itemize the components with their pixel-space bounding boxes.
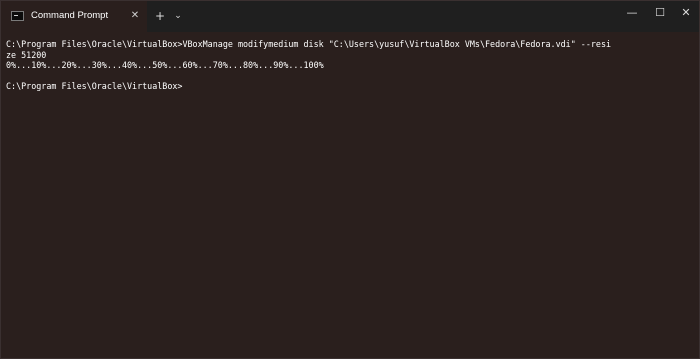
tab-title: Command Prompt xyxy=(31,10,109,21)
tab-command-prompt[interactable]: Command Prompt ✕ xyxy=(1,1,147,32)
title-bar: Command Prompt ✕ + ⌄ — ☐ ✕ xyxy=(1,1,699,32)
tab-dropdown-button[interactable]: ⌄ xyxy=(171,9,185,23)
close-tab-icon[interactable]: ✕ xyxy=(129,9,141,23)
close-button[interactable]: ✕ xyxy=(673,5,699,21)
command-line: C:\Program Files\Oracle\VirtualBox>VBoxM… xyxy=(6,39,612,49)
prompt-line: C:\Program Files\Oracle\VirtualBox> xyxy=(6,81,183,92)
new-tab-button[interactable]: + xyxy=(153,9,167,23)
minimize-button[interactable]: — xyxy=(619,5,645,21)
maximize-button[interactable]: ☐ xyxy=(647,5,673,21)
terminal-window: Command Prompt ✕ + ⌄ — ☐ ✕ C:\Program Fi… xyxy=(0,0,700,359)
console-output[interactable]: C:\Program Files\Oracle\VirtualBox>VBoxM… xyxy=(6,39,696,354)
command-line-continuation: ze 51200 xyxy=(6,49,47,60)
progress-output: 0%...10%...20%...30%...40%...50%...60%..… xyxy=(6,60,324,71)
terminal-icon xyxy=(11,11,24,21)
